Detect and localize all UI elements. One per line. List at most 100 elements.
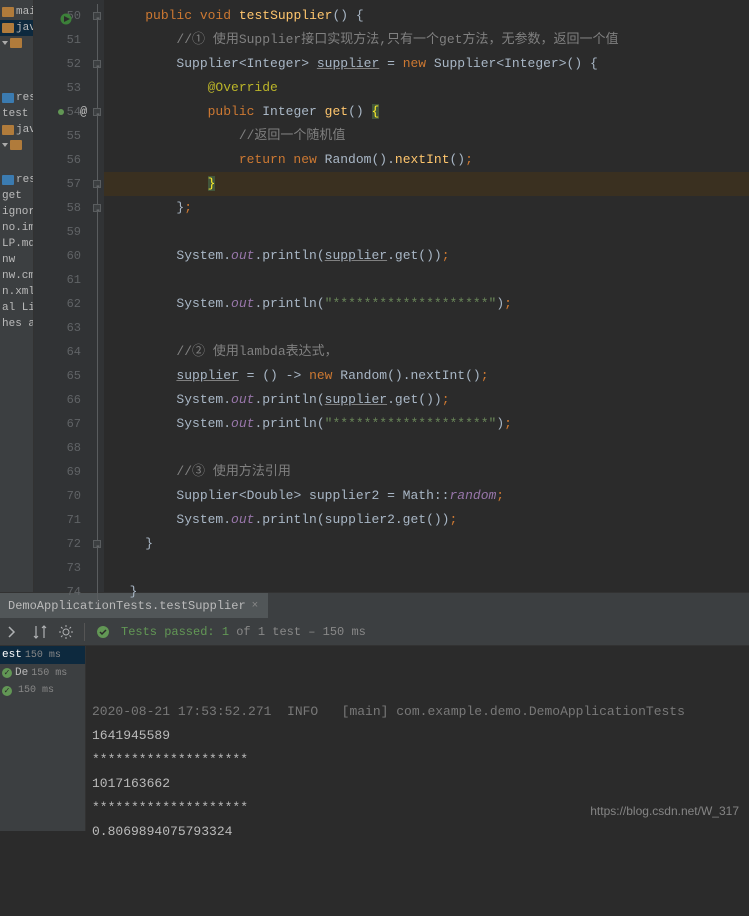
project-tree-label: get (2, 190, 22, 202)
sort-icon[interactable] (32, 624, 48, 640)
fold-icon[interactable] (93, 204, 101, 212)
project-tree-item[interactable]: no.iml (0, 220, 33, 236)
expand-all-icon[interactable] (6, 624, 22, 640)
chevron-down-icon (2, 41, 8, 45)
fold-icon[interactable] (93, 108, 101, 116)
tests-of-label: of 1 test – 150 ms (229, 625, 366, 639)
fold-icon[interactable] (93, 12, 101, 20)
project-tree-item[interactable]: al Libr (0, 300, 33, 316)
passed-icon (95, 624, 111, 640)
project-tree-label: al Libr (2, 302, 34, 314)
project-tree[interactable]: mainjavrestestjavresgetignoreno.imlLP.md… (0, 0, 34, 592)
project-tree-item[interactable]: get (0, 188, 33, 204)
gutter-line: 51 (34, 28, 103, 52)
code-line[interactable]: public void testSupplier() { (104, 4, 749, 28)
watermark: https://blog.csdn.net/W_317 (590, 799, 739, 823)
code-line[interactable] (104, 268, 749, 292)
gutter-line: 52 (34, 52, 103, 76)
code-line[interactable]: return new Random().nextInt(); (104, 148, 749, 172)
project-tree-item[interactable] (0, 138, 33, 152)
console-line: ******************** (92, 748, 743, 772)
gutter-line: 66 (34, 388, 103, 412)
project-tree-item[interactable]: ignore (0, 204, 33, 220)
test-result-item[interactable]: est 150 ms (0, 646, 85, 664)
test-result-item[interactable]: 150 ms (0, 682, 85, 699)
test-result-item[interactable]: De 150 ms (0, 664, 85, 682)
code-line[interactable]: System.out.println("********************… (104, 412, 749, 436)
run-test-icon[interactable] (60, 10, 72, 22)
project-tree-label: ignore (2, 206, 34, 218)
passed-icon (2, 668, 12, 678)
project-tree-label: no.iml (2, 222, 34, 234)
editor-area: mainjavrestestjavresgetignoreno.imlLP.md… (0, 0, 749, 592)
code-line[interactable]: //返回一个随机值 (104, 124, 749, 148)
project-tree-item[interactable]: hes ar (0, 316, 33, 332)
code-line[interactable]: } (104, 532, 749, 556)
project-tree-label: jav (16, 22, 34, 34)
gutter-line: 55 (34, 124, 103, 148)
code-line[interactable]: System.out.println(supplier.get()); (104, 244, 749, 268)
code-line[interactable]: Supplier<Integer> supplier = new Supplie… (104, 52, 749, 76)
project-tree-item[interactable]: res (0, 90, 33, 106)
gutter-line: 58 (34, 196, 103, 220)
code-line[interactable]: Supplier<Double> supplier2 = Math::rando… (104, 484, 749, 508)
code-line[interactable]: public Integer get() { (104, 100, 749, 124)
folder-icon (2, 175, 14, 185)
project-tree-item[interactable] (0, 36, 33, 50)
code-line[interactable]: @Override (104, 76, 749, 100)
project-tree-label: hes ar (2, 318, 34, 330)
project-tree-item[interactable] (0, 70, 33, 90)
fold-icon[interactable] (93, 60, 101, 68)
code-line[interactable] (104, 556, 749, 580)
project-tree-item[interactable]: res (0, 172, 33, 188)
gutter-line: 70 (34, 484, 103, 508)
test-status: Tests passed: 1 of 1 test – 150 ms (121, 625, 366, 639)
gutter-line: 53 (34, 76, 103, 100)
code-line[interactable]: supplier = () -> new Random().nextInt(); (104, 364, 749, 388)
code-line[interactable]: }; (104, 196, 749, 220)
project-tree-item[interactable]: jav (0, 122, 33, 138)
code-line[interactable]: } (104, 172, 749, 196)
gutter-line: 64 (34, 340, 103, 364)
code-line[interactable]: //① 使用Supplier接口实现方法,只有一个get方法，无参数，返回一个值 (104, 28, 749, 52)
project-tree-item[interactable] (0, 152, 33, 172)
code-line[interactable] (104, 436, 749, 460)
project-tree-item[interactable]: test (0, 106, 33, 122)
code-line[interactable] (104, 316, 749, 340)
project-tree-item[interactable]: LP.md (0, 236, 33, 252)
project-tree-item[interactable]: nw (0, 252, 33, 268)
console-output[interactable]: 2020-08-21 17:53:52.271 INFO [main] com.… (86, 646, 749, 831)
tests-passed-label: Tests passed: 1 (121, 625, 229, 639)
fold-icon[interactable] (93, 180, 101, 188)
code-line[interactable]: } (104, 580, 749, 604)
project-tree-item[interactable]: jav (0, 20, 33, 36)
project-tree-item[interactable]: main (0, 4, 33, 20)
test-result-time: 150 ms (18, 685, 54, 696)
test-result-label: De (15, 667, 28, 679)
folder-icon (2, 23, 14, 33)
gutter-line: 72 (34, 532, 103, 556)
code-line[interactable]: //② 使用lambda表达式， (104, 340, 749, 364)
console-line: 1641945589 (92, 724, 743, 748)
settings-icon[interactable] (58, 624, 74, 640)
code-line[interactable]: //③ 使用方法引用 (104, 460, 749, 484)
override-icon[interactable]: @ (80, 100, 87, 124)
project-tree-item[interactable]: n.xml (0, 284, 33, 300)
gutter-line: 60 (34, 244, 103, 268)
passed-icon (2, 686, 12, 696)
project-tree-label: main (16, 6, 34, 18)
code-editor[interactable]: public void testSupplier() { //① 使用Suppl… (104, 0, 749, 592)
gutter-line: 69 (34, 460, 103, 484)
code-line[interactable]: System.out.println("********************… (104, 292, 749, 316)
results-tree[interactable]: est 150 msDe 150 ms 150 ms (0, 646, 86, 831)
gutter-line: 68 (34, 436, 103, 460)
project-tree-item[interactable]: nw.cm (0, 268, 33, 284)
project-tree-label: nw (2, 254, 15, 266)
gutter-line: 71 (34, 508, 103, 532)
console-line: 0.8069894075793324 (92, 820, 743, 844)
code-line[interactable]: System.out.println(supplier2.get()); (104, 508, 749, 532)
code-line[interactable]: System.out.println(supplier.get()); (104, 388, 749, 412)
fold-icon[interactable] (93, 540, 101, 548)
project-tree-item[interactable] (0, 50, 33, 70)
code-line[interactable] (104, 220, 749, 244)
